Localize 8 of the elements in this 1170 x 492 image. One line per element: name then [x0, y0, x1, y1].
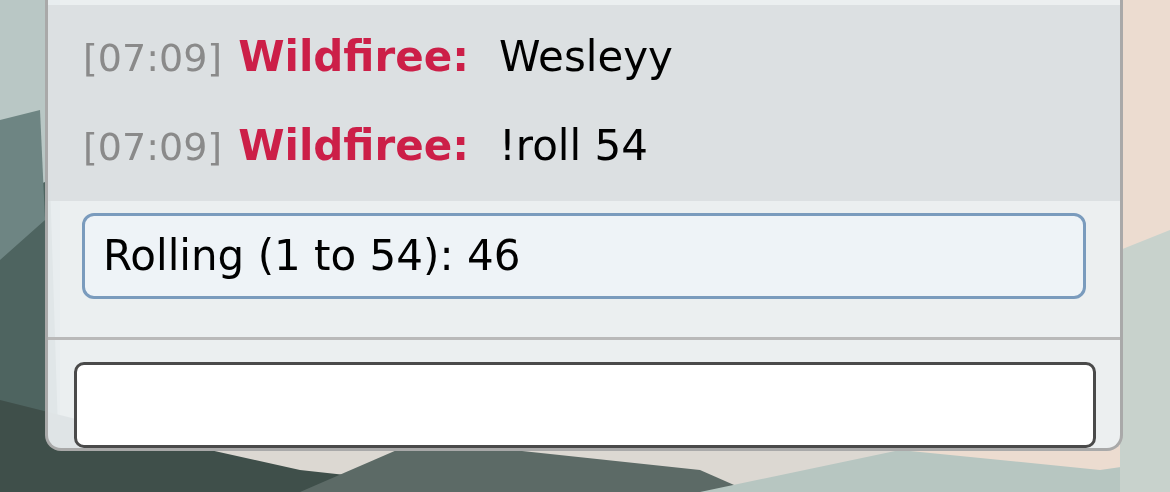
username: Wildfiree:: [238, 120, 469, 172]
timestamp: [07:09]: [83, 124, 223, 171]
username: Wildfiree:: [238, 31, 469, 83]
chat-input[interactable]: [74, 362, 1096, 448]
system-message: Rolling (1 to 54): 46: [82, 213, 1086, 299]
message-text: Wesleyy: [498, 31, 673, 83]
timestamp: [07:09]: [83, 35, 223, 82]
message-text: !roll 54: [498, 120, 648, 172]
